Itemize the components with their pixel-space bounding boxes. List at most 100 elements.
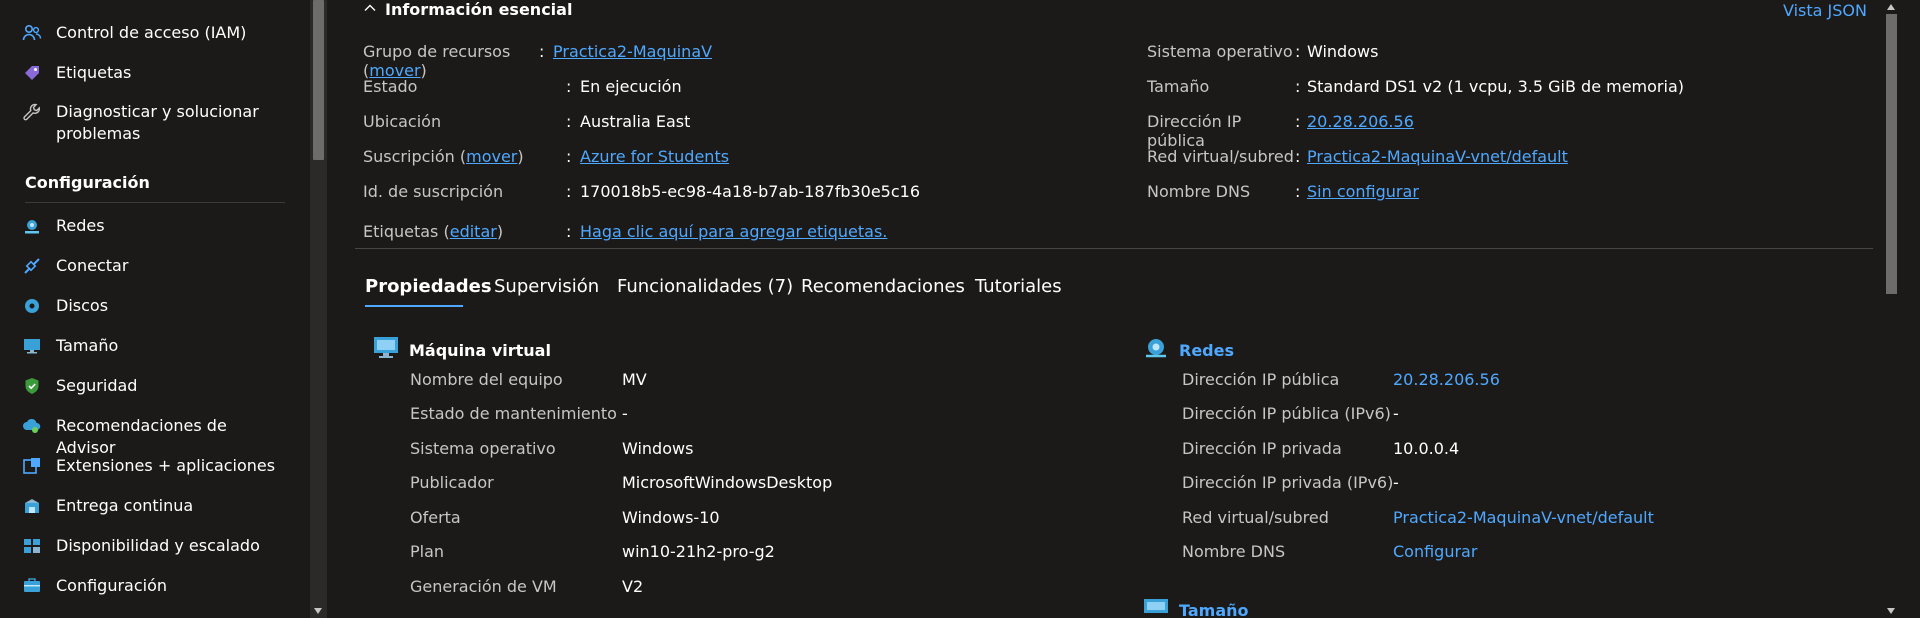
- scroll-up-arrow-icon[interactable]: [1887, 4, 1895, 10]
- property-value: -: [622, 404, 628, 423]
- sidebar-item-label: Disponibilidad y escalado: [56, 536, 260, 555]
- tab-properties[interactable]: Propiedades: [365, 276, 492, 297]
- vnet-link[interactable]: Practica2-MaquinaV-vnet/default: [1307, 147, 1568, 166]
- separator: :: [566, 147, 572, 166]
- sidebar-item-advisor[interactable]: Recomendaciones de Advisor: [22, 415, 286, 459]
- essentials-row-os: Sistema operativo : Windows: [1147, 42, 1378, 61]
- tab-recommendations[interactable]: Recomendaciones: [801, 276, 965, 297]
- sidebar-item-diagnose[interactable]: Diagnosticar y solucionar problemas: [22, 101, 286, 145]
- configure-dns-link[interactable]: Configurar: [1393, 542, 1477, 561]
- sidebar-item-availability[interactable]: Disponibilidad y escalado: [22, 535, 286, 557]
- essentials-key: Suscripción: [363, 147, 455, 166]
- property-key: Nombre del equipo: [410, 370, 563, 389]
- sidebar-item-tags[interactable]: Etiquetas: [22, 62, 286, 84]
- network-icon: [22, 216, 42, 236]
- status-value: En ejecución: [580, 77, 682, 96]
- essentials-toggle[interactable]: Información esencial: [363, 0, 572, 19]
- essentials-key: Dirección IP pública: [1147, 112, 1242, 150]
- dns-link[interactable]: Sin configurar: [1307, 182, 1419, 201]
- sidebar-item-connect[interactable]: Conectar: [22, 255, 286, 277]
- sidebar-item-disks[interactable]: Discos: [22, 295, 286, 317]
- sidebar-item-continuous-delivery[interactable]: Entrega continua: [22, 495, 286, 517]
- sidebar-item-label: Seguridad: [56, 376, 138, 395]
- essentials-row-resource-group: Grupo de recursos (mover) : Practica2-Ma…: [363, 42, 713, 80]
- scrollbar-thumb[interactable]: [1886, 14, 1897, 294]
- subscription-id-value: 170018b5-ec98-4a18-b7ab-187fb30e5c16: [580, 182, 921, 201]
- chevron-up-icon: [363, 0, 377, 19]
- sidebar-item-label: Entrega continua: [56, 496, 194, 515]
- property-value: MV: [622, 370, 647, 389]
- tab-monitoring[interactable]: Supervisión: [494, 276, 599, 297]
- sidebar-item-label: Configuración: [56, 576, 168, 595]
- os-value: Windows: [1307, 42, 1379, 61]
- separator: :: [566, 112, 572, 131]
- sidebar-item-extensions[interactable]: Extensiones + aplicaciones: [22, 455, 286, 477]
- sidebar-item-label: Tamaño: [56, 336, 119, 355]
- location-value: Australia East: [580, 112, 691, 131]
- sidebar-item-label: Redes: [56, 216, 105, 235]
- sidebar-scrollbar[interactable]: [310, 0, 327, 618]
- essentials-key: Red virtual/subred: [1147, 147, 1294, 166]
- resource-group-link[interactable]: Practica2-MaquinaV: [553, 42, 712, 80]
- network-section-header[interactable]: Redes: [1143, 336, 1234, 364]
- tab-tutorials[interactable]: Tutoriales: [975, 276, 1062, 297]
- tab-capabilities[interactable]: Funcionalidades (7): [617, 276, 793, 297]
- shield-icon: [22, 376, 42, 396]
- separator: :: [1295, 112, 1301, 131]
- property-key: Plan: [410, 542, 445, 561]
- disk-icon: [22, 296, 42, 316]
- json-view-link[interactable]: Vista JSON: [1783, 1, 1867, 20]
- sidebar-item-label: Etiquetas: [56, 63, 132, 82]
- separator: :: [1295, 77, 1301, 96]
- configuration-icon: [22, 576, 42, 596]
- people-icon: [22, 23, 42, 43]
- scrollbar-thumb[interactable]: [313, 0, 324, 160]
- vnet-link[interactable]: Practica2-MaquinaV-vnet/default: [1393, 508, 1654, 527]
- add-tags-link[interactable]: Haga clic aquí para agregar etiquetas.: [580, 222, 887, 241]
- sidebar-item-configuration[interactable]: Configuración: [22, 575, 286, 597]
- essentials-row-location: Ubicación : Australia East: [363, 112, 690, 131]
- delivery-icon: [22, 496, 42, 516]
- scroll-down-arrow-icon[interactable]: [314, 608, 322, 614]
- property-value: -: [1393, 473, 1399, 492]
- monitor-icon: [1143, 598, 1169, 618]
- public-ip-link[interactable]: 20.28.206.56: [1307, 112, 1414, 150]
- property-value: Windows-10: [622, 508, 720, 527]
- edit-tags-link[interactable]: editar: [450, 222, 497, 241]
- scroll-down-arrow-icon[interactable]: [1887, 608, 1895, 614]
- separator: :: [1295, 182, 1301, 201]
- essentials-key: Tamaño: [1147, 77, 1210, 96]
- sidebar-item-label: Recomendaciones de Advisor: [56, 416, 227, 457]
- size-section-title: Tamaño: [1179, 600, 1249, 618]
- divider: [25, 202, 285, 203]
- essentials-row-subscription: Suscripción (mover) : Azure for Students: [363, 147, 730, 166]
- sidebar-item-label: Conectar: [56, 256, 129, 275]
- property-value: V2: [622, 577, 644, 596]
- divider: [355, 248, 1873, 249]
- essentials-title: Información esencial: [385, 0, 573, 19]
- sidebar-item-size[interactable]: Tamaño: [22, 335, 286, 357]
- essentials-row-subscription-id: Id. de suscripción : 170018b5-ec98-4a18-…: [363, 182, 920, 201]
- extensions-icon: [22, 456, 42, 476]
- main-scrollbar[interactable]: [1883, 0, 1900, 618]
- size-value: Standard DS1 v2 (1 vcpu, 3.5 GiB de memo…: [1307, 77, 1684, 96]
- sidebar-item-label: Control de acceso (IAM): [56, 23, 247, 42]
- vm-section-header: Máquina virtual: [373, 336, 551, 364]
- property-key: Oferta: [410, 508, 461, 527]
- property-key: Nombre DNS: [1182, 542, 1286, 561]
- sidebar-item-security[interactable]: Seguridad: [22, 375, 286, 397]
- essentials-key: Nombre DNS: [1147, 182, 1251, 201]
- essentials-row-tags: Etiquetas (editar) : Haga clic aquí para…: [363, 222, 888, 241]
- network-icon: [1143, 336, 1169, 364]
- subscription-link[interactable]: Azure for Students: [580, 147, 729, 166]
- property-value: win10-21h2-pro-g2: [622, 542, 775, 561]
- move-link[interactable]: mover: [466, 147, 517, 166]
- sidebar-item-networking[interactable]: Redes: [22, 215, 286, 237]
- vm-section-title: Máquina virtual: [409, 340, 551, 360]
- public-ip-link[interactable]: 20.28.206.56: [1393, 370, 1500, 389]
- sidebar-item-iam[interactable]: Control de acceso (IAM): [22, 22, 286, 44]
- size-section-header[interactable]: Tamaño: [1143, 598, 1249, 618]
- property-key: Generación de VM: [410, 577, 557, 596]
- advisor-icon: [22, 416, 42, 436]
- separator: :: [539, 42, 545, 61]
